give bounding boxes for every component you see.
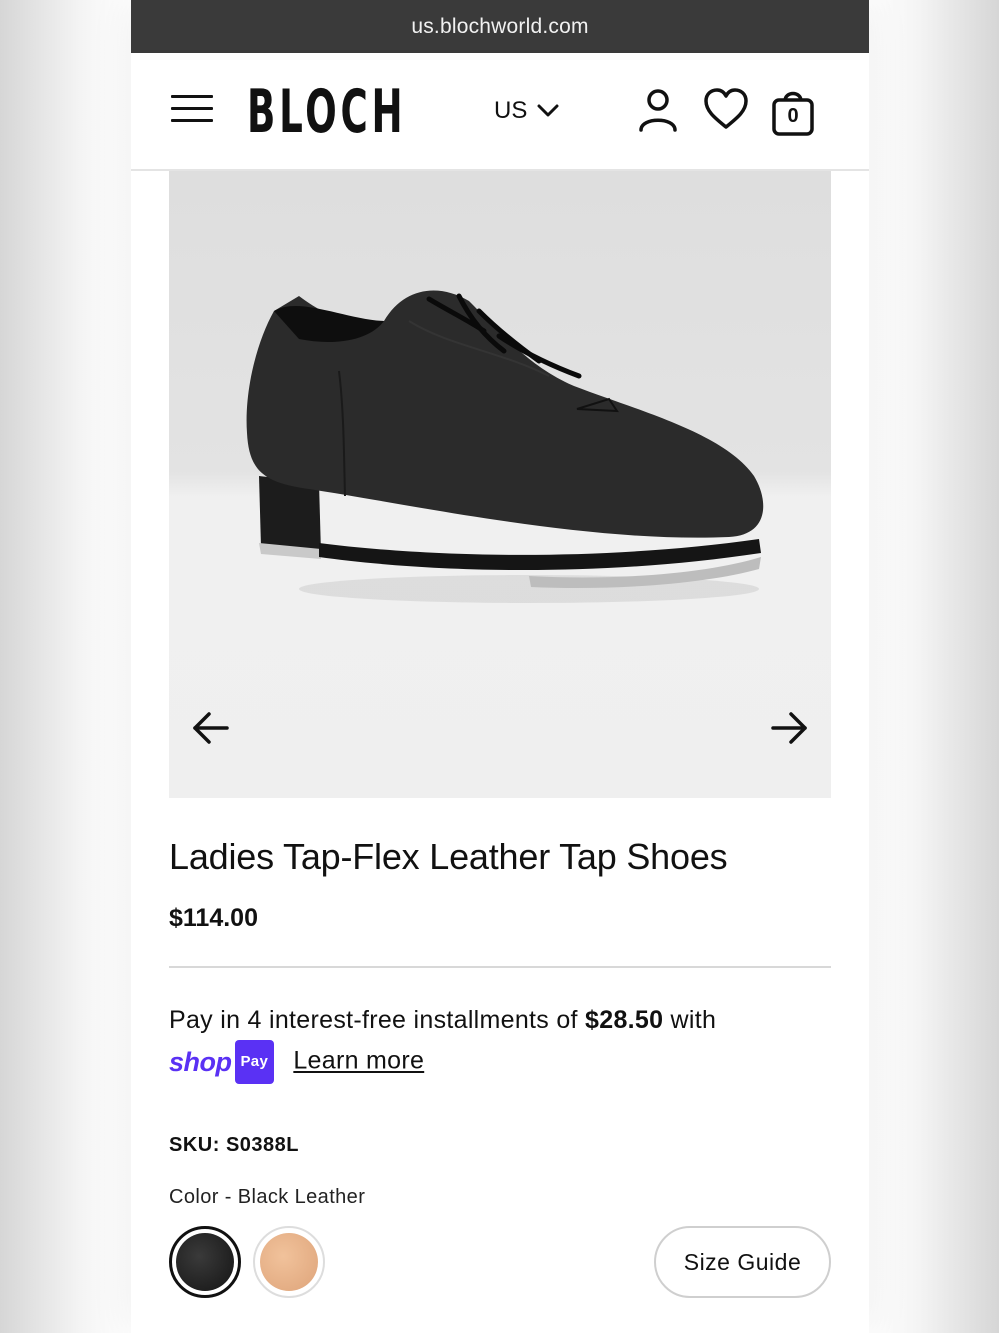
shop-pay-badge: Pay	[234, 1040, 275, 1084]
url-text: us.blochworld.com	[411, 14, 589, 38]
color-swatch-tan[interactable]	[253, 1226, 325, 1298]
arrow-right-icon[interactable]	[769, 711, 809, 745]
sku-label: SKU: S0388L	[169, 1134, 299, 1156]
hamburger-menu-icon[interactable]	[171, 95, 213, 125]
installments-amount: $28.50	[585, 1006, 664, 1034]
mobile-viewport: us.blochworld.com BLOCH US 0 Ladies Tap-…	[131, 0, 869, 1333]
brand-logo[interactable]: BLOCH	[247, 79, 406, 145]
shop-pay-wordmark: shop	[169, 1047, 232, 1077]
cart-count: 0	[787, 105, 799, 127]
learn-more-link[interactable]: Learn more	[293, 1047, 424, 1075]
product-price: $114.00	[169, 904, 258, 932]
site-header: BLOCH US 0	[131, 53, 869, 171]
product-image	[246, 290, 764, 603]
product-image-gallery[interactable]	[169, 171, 831, 798]
color-label: Color - Black Leather	[169, 1186, 366, 1208]
account-icon[interactable]	[637, 87, 679, 138]
size-guide-button[interactable]: Size Guide	[654, 1226, 831, 1298]
region-selector[interactable]: US	[494, 97, 559, 125]
shop-pay-logo: shop Pay	[169, 1040, 275, 1084]
browser-url-bar[interactable]: us.blochworld.com	[131, 0, 869, 53]
installments-prefix: Pay in 4 interest-free installments of	[169, 1006, 586, 1034]
chevron-down-icon	[537, 104, 559, 117]
color-swatch-black[interactable]	[169, 1226, 241, 1298]
installments-message: Pay in 4 interest-free installments of $…	[169, 1000, 839, 1084]
heart-icon[interactable]	[703, 87, 749, 138]
shopping-bag-icon[interactable]: 0	[771, 87, 815, 142]
region-label: US	[494, 97, 528, 124]
divider	[169, 966, 831, 968]
arrow-left-icon[interactable]	[191, 711, 231, 745]
product-title: Ladies Tap-Flex Leather Tap Shoes	[169, 836, 728, 877]
installments-suffix: with	[663, 1006, 717, 1034]
